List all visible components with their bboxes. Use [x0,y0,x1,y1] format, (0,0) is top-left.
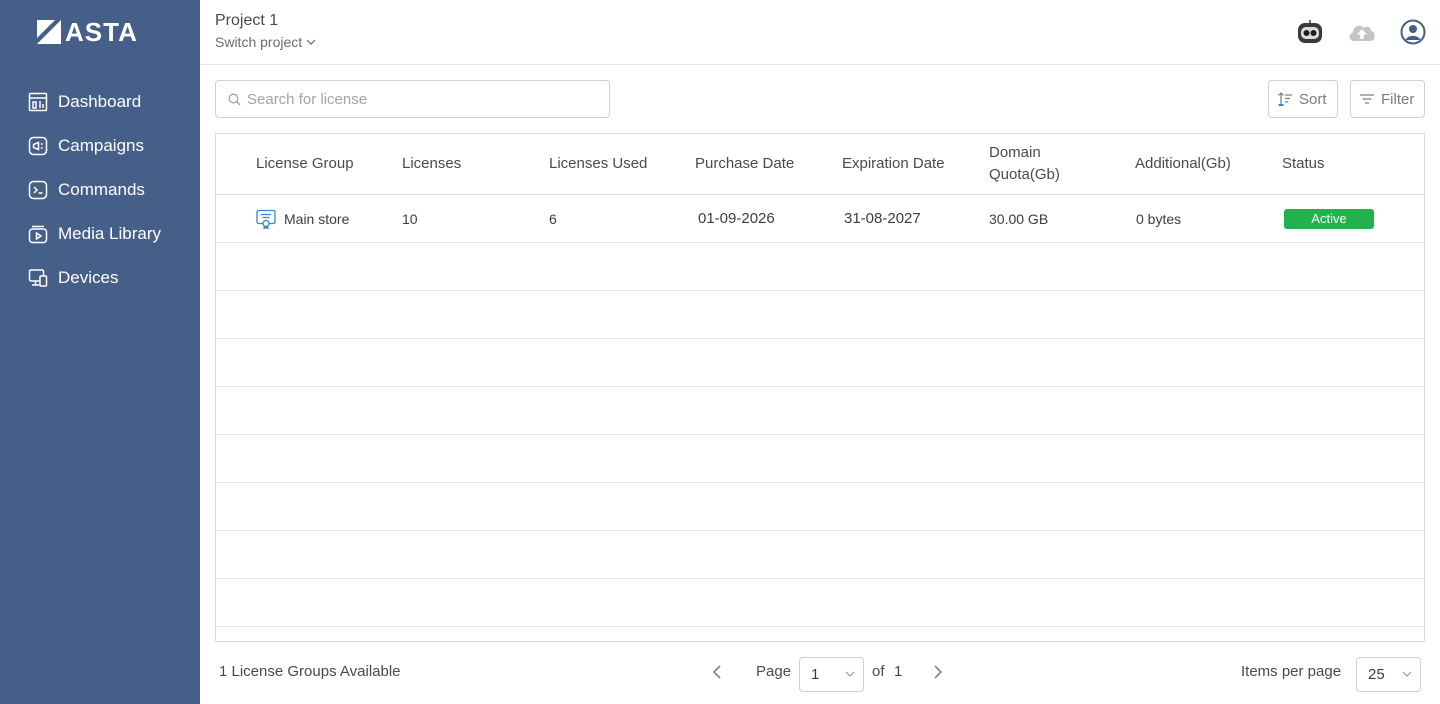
cell-additional: 0 bytes [1136,210,1182,227]
brand-logo-mark-icon [37,20,61,44]
brand-name: ASTA [65,17,138,47]
column-header-licenses-used[interactable]: Licenses Used [549,134,689,194]
license-certificate-icon [256,209,276,229]
sidebar-item-campaigns[interactable]: Campaigns [28,134,144,158]
next-page-icon[interactable] [931,664,945,680]
brand-logo[interactable]: ASTA [37,19,138,45]
search-input[interactable] [247,90,587,108]
switch-project-label: Switch project [215,34,303,50]
previous-page-icon[interactable] [710,664,724,680]
chevron-down-icon [1402,671,1412,677]
sidebar-item-dashboard[interactable]: Dashboard [28,90,141,114]
campaigns-icon [28,136,48,156]
cloud-upload-icon[interactable] [1347,19,1377,45]
table-header: License Group Licenses Licenses Used Pur… [216,134,1424,195]
sidebar-item-label: Dashboard [58,92,142,111]
filter-label: Filter [1381,90,1415,108]
table-row-empty [216,627,1424,641]
sort-icon [1278,92,1292,106]
status-badge: Active [1284,208,1374,229]
app-root: ASTA Dashboard Campaigns Commands Media … [0,0,1440,704]
license-groups-count: 1 License Groups Available [219,663,401,680]
page-label: Page [756,663,792,680]
items-per-page-label: Items per page [1241,663,1342,680]
chevron-down-icon [845,671,855,677]
devices-icon [28,269,48,287]
table-row-empty [216,579,1424,627]
commands-icon [28,180,48,200]
table-row-empty [216,339,1424,387]
items-per-page-select[interactable]: 25 [1356,657,1421,692]
table-row-empty [216,291,1424,339]
cell-status: Active [1284,195,1374,242]
sort-button[interactable]: Sort [1268,80,1338,118]
sort-label: Sort [1299,90,1327,108]
search-icon [228,93,241,105]
cell-purchase-date: 01-09-2026 [698,210,775,227]
dashboard-icon [28,92,48,112]
table-row-empty [216,435,1424,483]
table-row[interactable]: Main store 10 6 01-09-2026 31-08-2027 30… [216,195,1424,243]
table-row-empty [216,387,1424,435]
table-row-empty [216,483,1424,531]
sidebar-item-commands[interactable]: Commands [28,178,145,202]
total-pages: 1 [894,663,903,680]
cell-licenses-used: 6 [549,210,557,227]
user-avatar-icon[interactable] [1400,19,1426,45]
project-name: Project 1 [215,12,279,29]
table-row-empty [216,531,1424,579]
cell-expiration-date: 31-08-2027 [844,210,921,227]
license-group-name: Main store [284,210,350,227]
column-header-domain-quota[interactable]: Domain Quota(Gb) [989,134,1084,194]
cell-license-group: Main store [256,195,349,242]
current-page-value: 1 [811,666,820,683]
filter-icon [1360,94,1374,104]
column-header-purchase-date[interactable]: Purchase Date [695,134,835,194]
sidebar-item-label: Devices [58,268,119,287]
sidebar-item-label: Commands [58,180,145,199]
sidebar-item-label: Campaigns [58,136,144,155]
top-header: Project 1 Switch project [200,0,1440,65]
cell-licenses: 10 [402,210,418,227]
sidebar-item-label: Media Library [58,224,161,243]
sidebar: ASTA Dashboard Campaigns Commands Media … [0,0,200,704]
table-row-empty [216,243,1424,291]
current-page-select[interactable]: 1 [799,657,864,692]
robot-icon[interactable] [1296,19,1324,45]
cell-domain-quota: 30.00 GB [989,210,1049,227]
sidebar-item-media-library[interactable]: Media Library [28,222,161,246]
media-library-icon [28,225,48,244]
column-header-expiration-date[interactable]: Expiration Date [842,134,982,194]
chevron-down-icon [306,39,316,45]
items-per-page-value: 25 [1368,666,1385,683]
sidebar-item-devices[interactable]: Devices [28,266,118,290]
license-search-box[interactable] [215,80,610,118]
filter-button[interactable]: Filter [1350,80,1425,118]
page-of-label: of [872,663,885,680]
column-header-licenses[interactable]: Licenses [402,134,542,194]
column-header-additional[interactable]: Additional(Gb) [1135,134,1275,194]
switch-project-dropdown[interactable]: Switch project [215,34,316,50]
column-header-license-group[interactable]: License Group [256,134,396,194]
column-header-status[interactable]: Status [1282,134,1402,194]
license-table: License Group Licenses Licenses Used Pur… [215,133,1425,642]
